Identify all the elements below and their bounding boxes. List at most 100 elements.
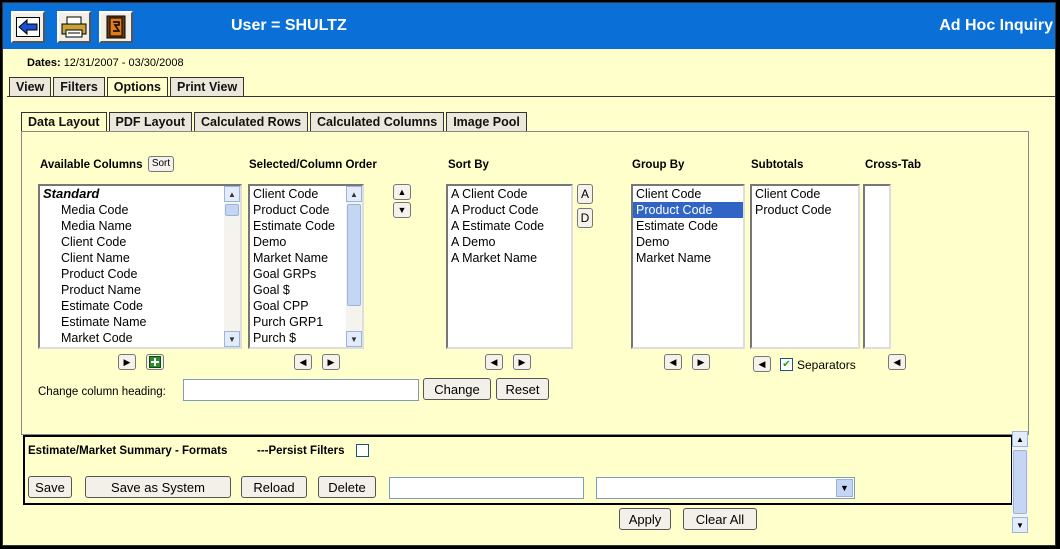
list-item[interactable]: Estimate Code [633,218,743,234]
separators-label: Separators [797,358,856,372]
reload-button[interactable]: Reload [241,476,307,498]
print-icon [61,16,87,38]
tab-data-layout[interactable]: Data Layout [21,112,107,132]
format-select[interactable]: ▼ [596,477,855,499]
sort-columns-button[interactable]: Sort [148,156,174,172]
list-group-standard[interactable]: Standard [40,186,240,202]
scroll-thumb[interactable] [347,204,361,306]
subtotals-move-left-button[interactable]: ◀ [753,356,771,372]
format-name-input[interactable] [389,477,584,499]
list-item-selected[interactable]: Product Code [633,202,743,218]
tab-print-view[interactable]: Print View [170,77,245,96]
dates-label: Dates: [27,57,61,69]
list-item[interactable]: A Market Name [448,250,571,266]
list-item[interactable]: A Estimate Code [448,218,571,234]
header-bar: User = SHULTZ Ad Hoc Inquiry [3,3,1055,49]
list-item[interactable]: A Demo [448,234,571,250]
list-item[interactable]: Client Name [40,250,240,266]
back-button[interactable] [11,11,45,43]
tab-options[interactable]: Options [106,77,168,97]
group-move-right-button[interactable]: ▶ [692,354,710,370]
tab-view[interactable]: View [9,77,52,96]
save-as-system-button[interactable]: Save as System [85,476,231,498]
save-button[interactable]: Save [28,476,72,498]
app-window: User = SHULTZ Ad Hoc Inquiry Dates: 12/3… [2,2,1056,546]
list-item[interactable]: A Product Code [448,202,571,218]
clear-all-button[interactable]: Clear All [683,508,757,530]
scroll-up-icon[interactable]: ▲ [224,186,240,202]
arrow-up-icon: ▲ [397,186,407,197]
sort-descending-button[interactable]: D [577,208,593,228]
selected-columns-scrollbar[interactable]: ▲ ▼ [346,186,362,347]
scroll-down-icon[interactable]: ▼ [224,331,240,347]
exit-button[interactable] [99,11,133,43]
tab-pdf-layout[interactable]: PDF Layout [108,112,192,131]
column-heading-input[interactable] [183,379,419,401]
reset-button[interactable]: Reset [496,378,549,400]
list-item[interactable]: Media Name [40,218,240,234]
scroll-up-icon[interactable]: ▲ [346,186,362,202]
selected-columns-label: Selected/Column Order [249,159,377,171]
available-columns-scrollbar[interactable]: ▲ ▼ [224,186,240,347]
list-item[interactable]: Media Code [40,202,240,218]
list-item[interactable]: Client Code [40,234,240,250]
move-down-button[interactable]: ▼ [393,202,411,218]
sort-by-list[interactable]: A Client Code A Product Code A Estimate … [446,184,573,349]
scroll-up-icon[interactable]: ▲ [1012,431,1028,447]
column-heading-label: Change column heading: [38,386,166,398]
sort-ascending-button[interactable]: A [577,184,593,204]
group-move-left-button[interactable]: ◀ [664,354,682,370]
list-item[interactable]: Market Code [40,330,240,346]
move-right-button[interactable]: ▶ [118,354,136,370]
available-columns-list[interactable]: Standard Media Code Media Name Client Co… [38,184,242,349]
add-column-button[interactable] [146,354,164,370]
change-button[interactable]: Change [423,378,491,400]
list-item[interactable]: Estimate Name [40,314,240,330]
sort-move-left-button[interactable]: ◀ [485,354,503,370]
list-item[interactable]: Client Code [752,186,858,202]
list-item[interactable]: Demo [633,234,743,250]
available-columns-label: Available Columns [40,159,143,171]
subtotals-list[interactable]: Client Code Product Code [750,184,860,349]
sort-move-right-button[interactable]: ▶ [513,354,531,370]
chevron-down-icon[interactable]: ▼ [836,479,853,497]
separators-checkbox[interactable]: ✔ [780,358,793,371]
checkmark-icon: ✔ [782,359,791,370]
list-item[interactable]: Product Name [40,282,240,298]
list-item[interactable]: Product Code [40,266,240,282]
list-item[interactable]: Product Code [752,202,858,218]
scroll-thumb[interactable] [225,204,239,216]
sub-tabs: Data Layout PDF Layout Calculated Rows C… [21,112,529,132]
selected-columns-list[interactable]: Client Code Product Code Estimate Code D… [248,184,364,349]
arrow-left-icon: ◀ [299,356,307,367]
data-layout-panel: Available Columns Sort Selected/Column O… [21,131,1029,435]
print-button[interactable] [57,11,91,43]
list-item[interactable]: Client Code [633,186,743,202]
list-item[interactable]: Estimate Code [40,298,240,314]
cross-tab-list[interactable] [863,184,891,349]
tab-calculated-rows[interactable]: Calculated Rows [194,112,309,131]
group-by-list[interactable]: Client Code Product Code Estimate Code D… [631,184,745,349]
move-up-button[interactable]: ▲ [393,184,411,200]
scroll-thumb[interactable] [1013,450,1027,514]
arrow-left-icon: ◀ [758,358,766,369]
list-item[interactable]: A Client Code [448,186,571,202]
selected-move-right-button[interactable]: ▶ [322,354,340,370]
tab-image-pool[interactable]: Image Pool [446,112,527,131]
exit-door-icon [106,15,126,39]
apply-button[interactable]: Apply [619,508,671,530]
cross-tab-label: Cross-Tab [865,159,922,171]
list-item[interactable]: Market Name [633,250,743,266]
persist-filters-checkbox[interactable] [356,444,369,457]
delete-button[interactable]: Delete [318,476,376,498]
cross-tab-move-left-button[interactable]: ◀ [888,354,906,370]
format-name-label: Estimate/Market Summary - Formats [28,445,228,457]
scroll-down-icon[interactable]: ▼ [1012,517,1028,533]
page-scrollbar[interactable]: ▲ ▼ [1012,431,1028,533]
scroll-down-icon[interactable]: ▼ [346,331,362,347]
selected-move-left-button[interactable]: ◀ [294,354,312,370]
tab-calculated-columns[interactable]: Calculated Columns [310,112,445,131]
dates-value: 12/31/2007 - 03/30/2008 [63,57,184,69]
tab-filters[interactable]: Filters [53,77,105,96]
user-label: User = SHULTZ [231,17,347,34]
